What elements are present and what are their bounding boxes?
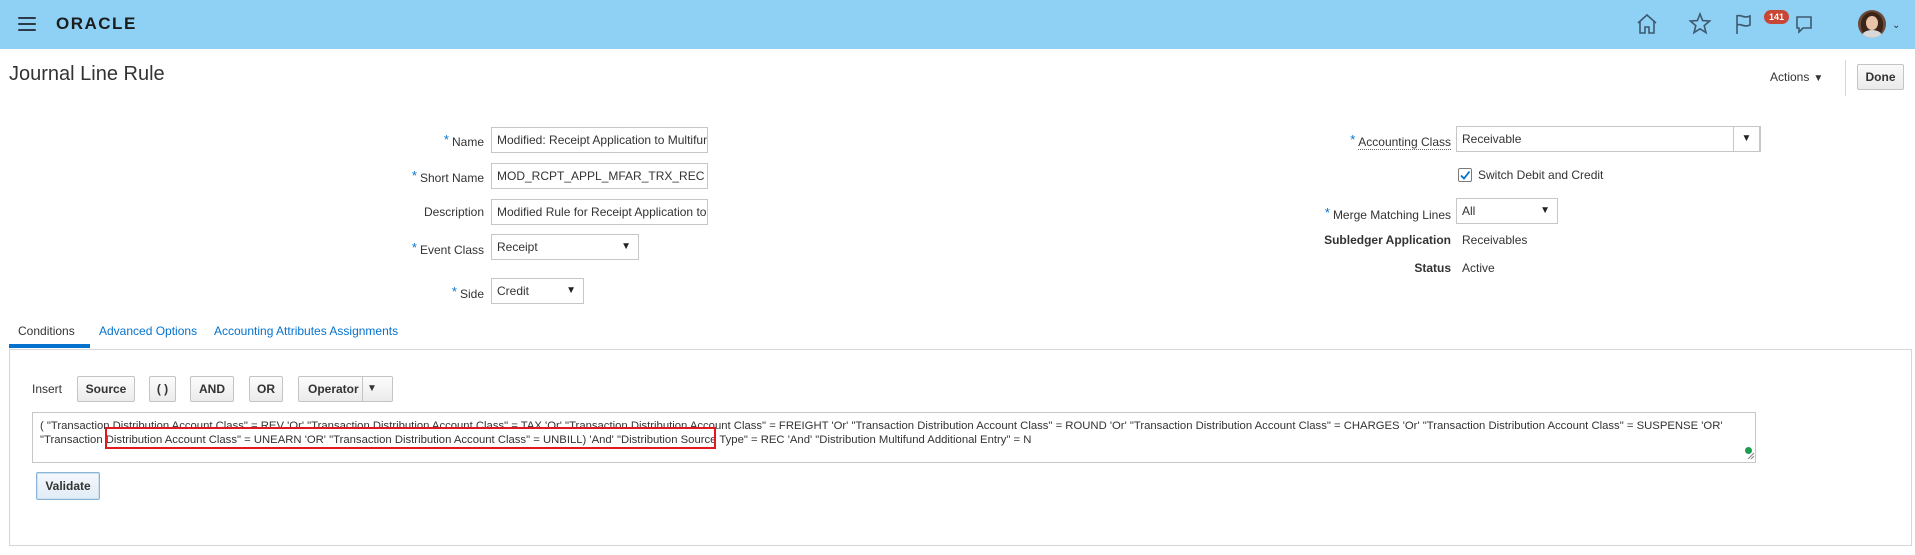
status-value: Active [1462, 261, 1495, 275]
notification-badge[interactable]: 141 [1764, 10, 1790, 24]
accounting-class-select[interactable]: Receivable ▼ [1456, 126, 1761, 152]
short-name-label: * Short Name [411, 168, 484, 185]
event-class-label: * Event Class [411, 240, 484, 257]
required-icon: * [411, 168, 417, 183]
actions-menu-button[interactable]: Actions ▼ [1770, 70, 1823, 84]
description-field[interactable]: Modified Rule for Receipt Application to… [491, 199, 708, 225]
merge-matching-lines-label: * Merge Matching Lines [1324, 205, 1451, 222]
name-label: * Name [443, 132, 484, 149]
accounting-class-value: Receivable [1462, 132, 1522, 146]
subledger-application-value: Receivables [1462, 233, 1528, 247]
required-icon: * [411, 240, 417, 255]
chat-icon[interactable] [1792, 11, 1818, 37]
active-tab-indicator [9, 344, 90, 348]
required-icon: * [1350, 132, 1356, 147]
dropdown-arrow-icon[interactable]: ▼ [367, 377, 377, 401]
subledger-application-label: Subledger Application [1324, 233, 1451, 247]
tab-conditions[interactable]: Conditions [18, 324, 75, 338]
validate-button[interactable]: Validate [36, 472, 100, 500]
dropdown-arrow-icon: ▼ [621, 241, 631, 252]
global-header: ORACLE 141 ⌄ [0, 0, 1915, 49]
side-select[interactable]: Credit ▼ [491, 278, 584, 304]
name-field[interactable]: Modified: Receipt Application to Multifu… [491, 127, 708, 153]
required-icon: * [443, 132, 449, 147]
flag-icon[interactable] [1730, 11, 1756, 37]
accounting-class-label: * Accounting Class [1350, 132, 1451, 150]
dropdown-arrow-icon: ▼ [1540, 205, 1550, 216]
hamburger-menu-icon[interactable] [18, 17, 36, 31]
condition-expression-textarea[interactable]: ( "Transaction Distribution Account Clas… [32, 412, 1756, 463]
status-label: Status [1414, 261, 1451, 275]
or-button[interactable]: OR [249, 376, 283, 402]
divider [362, 377, 363, 401]
required-icon: * [451, 284, 457, 299]
dropdown-arrow-icon: ▼ [566, 285, 576, 296]
parentheses-button[interactable]: ( ) [149, 376, 176, 402]
short-name-field[interactable]: MOD_RCPT_APPL_MFAR_TRX_REC [491, 163, 708, 189]
chevron-down-icon[interactable]: ⌄ [1892, 20, 1900, 31]
switch-debit-credit-checkbox[interactable] [1458, 168, 1472, 182]
merge-matching-lines-select[interactable]: All ▼ [1456, 198, 1558, 224]
page-title: Journal Line Rule [9, 63, 165, 85]
merge-matching-lines-value: All [1462, 204, 1476, 218]
checkmark-icon [1460, 170, 1471, 180]
side-value: Credit [497, 284, 530, 298]
event-class-value: Receipt [497, 240, 538, 254]
and-button[interactable]: AND [190, 376, 234, 402]
insert-label: Insert [32, 382, 63, 396]
avatar[interactable] [1858, 10, 1886, 38]
star-icon[interactable] [1687, 11, 1713, 37]
event-class-select[interactable]: Receipt ▼ [491, 234, 639, 260]
side-label: * Side [451, 284, 484, 301]
condition-expression-text: ( "Transaction Distribution Account Clas… [40, 420, 1723, 446]
home-icon[interactable] [1634, 11, 1660, 37]
operator-label: Operator [308, 382, 359, 396]
operator-button[interactable]: Operator ▼ [298, 376, 393, 402]
required-icon: * [1324, 205, 1330, 220]
dropdown-arrow-icon[interactable]: ▼ [1733, 126, 1760, 152]
caret-down-icon: ▼ [1813, 73, 1824, 84]
oracle-logo[interactable]: ORACLE [56, 14, 137, 34]
divider [1845, 60, 1846, 96]
tab-advanced-options[interactable]: Advanced Options [99, 324, 197, 338]
switch-debit-credit-label: Switch Debit and Credit [1478, 168, 1604, 182]
tab-accounting-attributes-assignments[interactable]: Accounting Attributes Assignments [214, 324, 398, 338]
actions-label: Actions [1770, 70, 1810, 84]
source-button[interactable]: Source [77, 376, 135, 402]
description-label: Description [423, 205, 484, 219]
done-button[interactable]: Done [1857, 64, 1904, 90]
resize-handle-icon[interactable] [1747, 452, 1755, 460]
